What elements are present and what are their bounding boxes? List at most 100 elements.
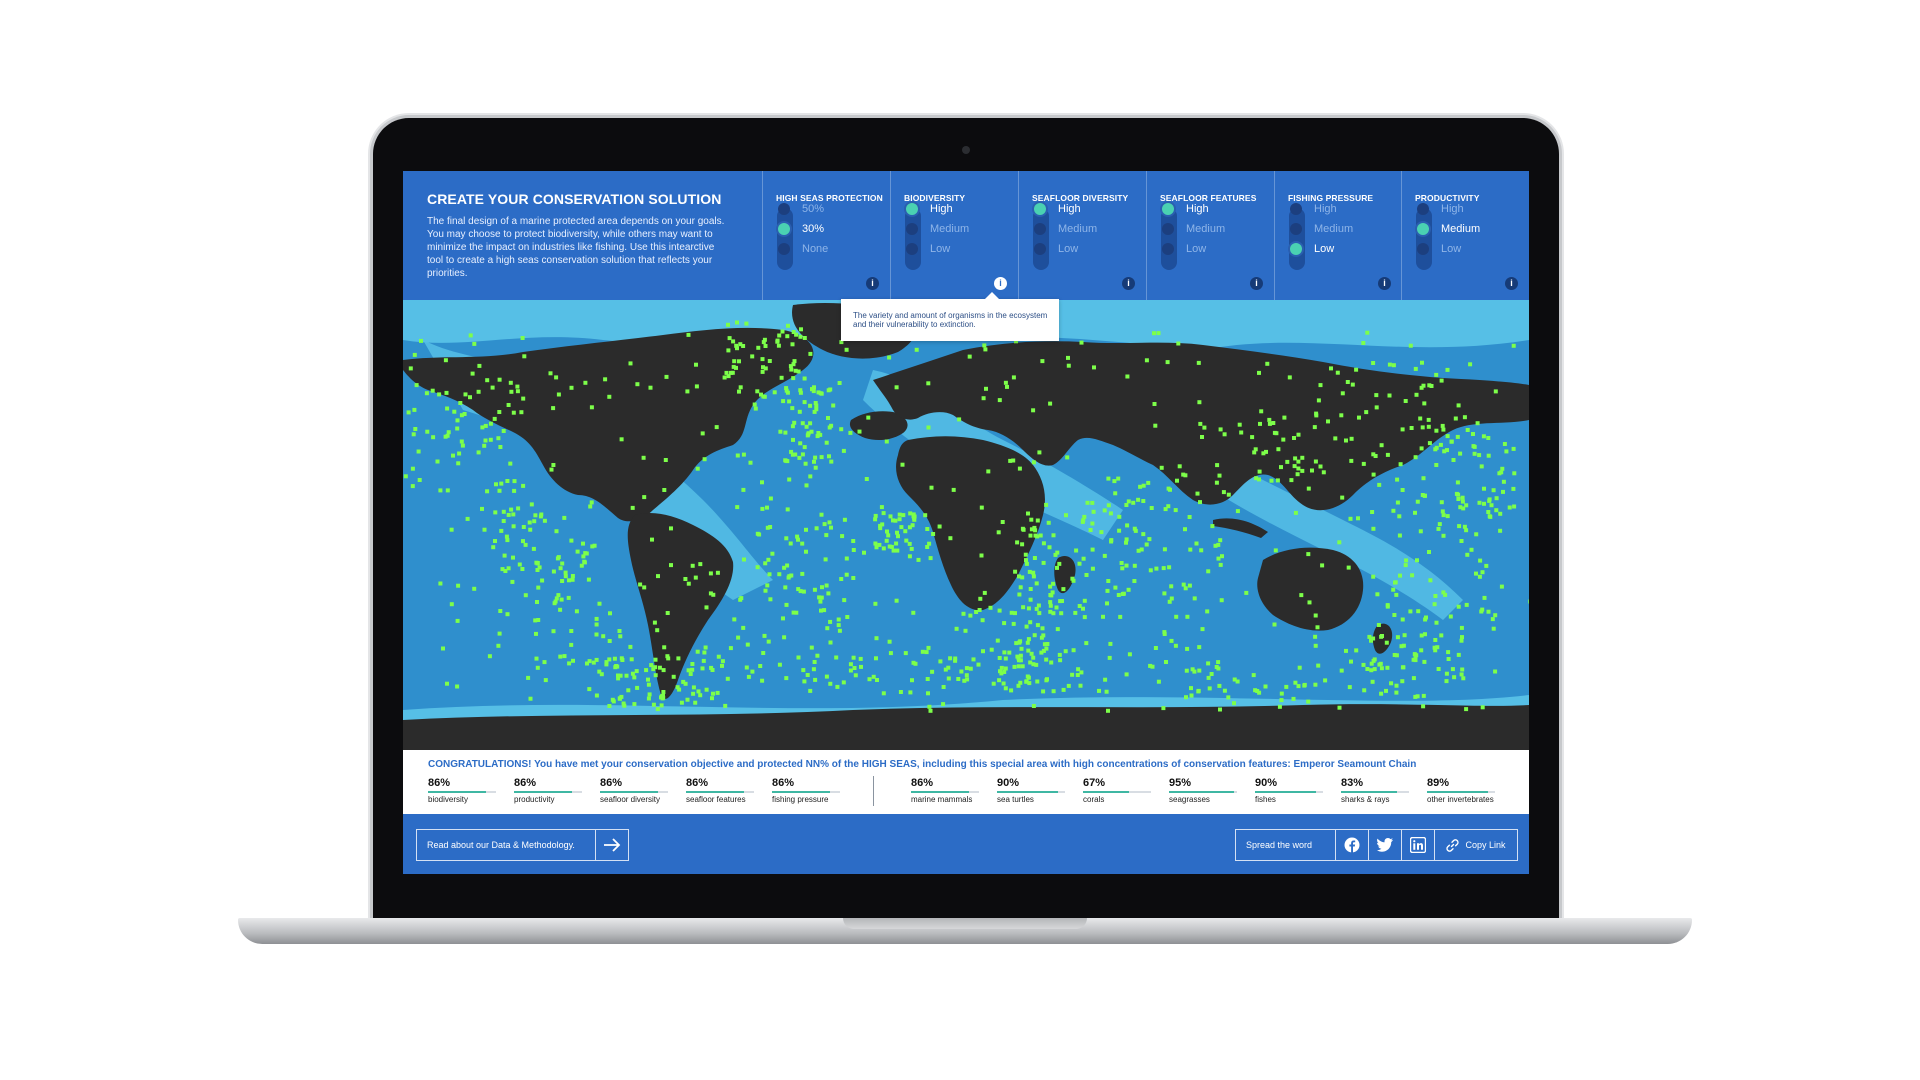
protected-cell xyxy=(1337,705,1342,710)
info-icon[interactable]: i xyxy=(866,277,879,290)
protected-cell xyxy=(1371,526,1376,531)
linkedin-icon[interactable] xyxy=(1402,830,1435,860)
protected-cell xyxy=(791,437,795,442)
filter-option[interactable]: Low xyxy=(1288,243,1334,255)
radio-dot[interactable] xyxy=(1034,223,1046,235)
radio-dot[interactable] xyxy=(906,223,918,235)
filter-slider-track[interactable] xyxy=(1161,208,1177,270)
protected-cell xyxy=(997,678,1002,683)
filter-option[interactable]: Medium xyxy=(1032,223,1097,235)
radio-dot[interactable] xyxy=(778,243,790,255)
filter-option[interactable]: High xyxy=(1032,203,1081,215)
protected-cell xyxy=(887,355,892,360)
world-map[interactable] xyxy=(403,300,1529,750)
filter-slider-track[interactable] xyxy=(905,208,921,270)
filter-slider-track[interactable] xyxy=(1033,208,1049,270)
protected-cell xyxy=(1273,548,1278,553)
filter-option[interactable]: Low xyxy=(904,243,950,255)
protected-cell xyxy=(516,506,521,511)
radio-dot[interactable] xyxy=(1417,223,1429,235)
protected-cell xyxy=(1075,673,1080,677)
filter-title: SEAFLOOR DIVERSITY xyxy=(1032,193,1129,203)
filter-option[interactable]: High xyxy=(1415,203,1464,215)
filter-option[interactable]: Medium xyxy=(904,223,969,235)
filter-option[interactable]: 30% xyxy=(776,223,824,235)
protected-cell xyxy=(785,507,790,512)
protected-cell xyxy=(864,477,869,481)
radio-dot[interactable] xyxy=(1290,223,1302,235)
radio-dot[interactable] xyxy=(1417,243,1429,255)
protected-cell xyxy=(778,429,783,434)
protected-cell xyxy=(1195,491,1200,496)
protected-cell xyxy=(800,541,805,546)
protected-cell xyxy=(417,478,422,482)
protected-cell xyxy=(1113,585,1118,590)
facebook-icon[interactable] xyxy=(1336,830,1369,860)
filter-option[interactable]: High xyxy=(1288,203,1337,215)
radio-dot[interactable] xyxy=(906,243,918,255)
protected-cell xyxy=(1034,581,1039,586)
info-icon[interactable]: i xyxy=(1505,277,1518,290)
protected-cell xyxy=(1456,497,1461,501)
filter-option[interactable]: High xyxy=(1160,203,1209,215)
protected-cell xyxy=(834,655,839,660)
filter-option[interactable]: Low xyxy=(1415,243,1461,255)
filter-option[interactable]: 50% xyxy=(776,203,824,215)
radio-dot[interactable] xyxy=(1162,223,1174,235)
filter-slider-track[interactable] xyxy=(1416,208,1432,270)
protected-cell xyxy=(455,618,460,623)
filter-option[interactable]: None xyxy=(776,243,828,255)
protected-cell xyxy=(1257,477,1261,482)
radio-dot[interactable] xyxy=(1290,243,1302,255)
filter-option[interactable]: Low xyxy=(1160,243,1206,255)
protected-cell xyxy=(592,543,597,548)
protected-cell xyxy=(1272,430,1277,435)
protected-cell xyxy=(690,667,695,672)
protected-cell xyxy=(1493,389,1498,394)
protected-cell xyxy=(635,382,640,387)
protected-cell xyxy=(708,571,713,576)
protected-cell xyxy=(1385,665,1390,670)
copy-link-button[interactable]: Copy Link xyxy=(1435,830,1517,860)
filter-option[interactable]: High xyxy=(904,203,953,215)
radio-dot[interactable] xyxy=(778,223,790,235)
info-icon[interactable]: i xyxy=(1378,277,1391,290)
stat-bar xyxy=(1255,791,1323,793)
protected-cell xyxy=(1313,643,1318,648)
protected-cell xyxy=(813,455,818,460)
filter-option[interactable]: Low xyxy=(1032,243,1078,255)
protected-cell xyxy=(1197,668,1202,673)
protected-cell xyxy=(1511,343,1516,348)
radio-dot[interactable] xyxy=(1034,203,1046,215)
protected-cell xyxy=(661,694,665,698)
protected-cell xyxy=(698,562,703,567)
radio-dot[interactable] xyxy=(1162,243,1174,255)
stat-corals: 67% corals xyxy=(1083,777,1161,804)
protected-cell xyxy=(406,410,411,415)
protected-cell xyxy=(765,505,769,510)
filter-option[interactable]: Medium xyxy=(1288,223,1353,235)
filter-option[interactable]: Medium xyxy=(1160,223,1225,235)
protected-cell xyxy=(543,678,548,683)
filter-slider-track[interactable] xyxy=(1289,208,1305,270)
arrow-right-icon[interactable] xyxy=(595,830,628,860)
stat-label: seafloor diversity xyxy=(600,795,661,804)
radio-dot[interactable] xyxy=(1417,203,1429,215)
protected-cell xyxy=(1340,495,1345,500)
radio-dot[interactable] xyxy=(1290,203,1302,215)
twitter-icon[interactable] xyxy=(1369,830,1402,860)
info-icon[interactable]: i xyxy=(994,277,1007,290)
filter-option[interactable]: Medium xyxy=(1415,223,1480,235)
radio-dot[interactable] xyxy=(906,203,918,215)
protected-cell xyxy=(411,432,416,437)
filter-slider-track[interactable] xyxy=(777,208,793,270)
methodology-button[interactable]: Read about our Data & Methodology. xyxy=(416,829,629,861)
protected-cell xyxy=(569,642,574,647)
info-icon[interactable]: i xyxy=(1122,277,1135,290)
radio-dot[interactable] xyxy=(1162,203,1174,215)
info-icon[interactable]: i xyxy=(1250,277,1263,290)
filter-high-seas-protection: HIGH SEAS PROTECTION 50% 30% None i xyxy=(762,171,891,300)
protected-cell xyxy=(911,610,916,615)
radio-dot[interactable] xyxy=(778,203,790,215)
radio-dot[interactable] xyxy=(1034,243,1046,255)
